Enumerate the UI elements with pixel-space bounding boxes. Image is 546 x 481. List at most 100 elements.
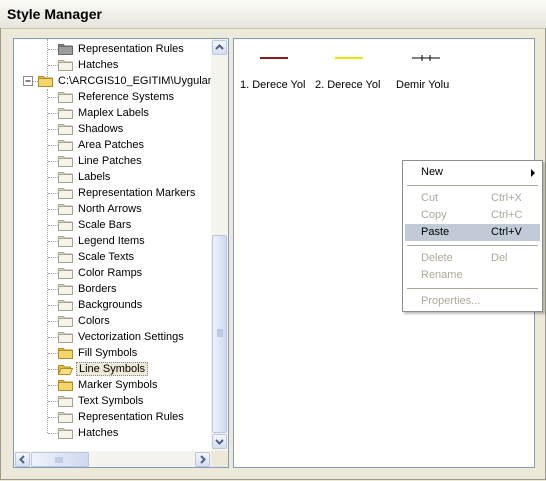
folder-icon: [58, 155, 73, 167]
folder-icon: [58, 219, 73, 231]
tree-item[interactable]: Maplex Labels: [14, 105, 211, 121]
style-tree[interactable]: Representation Rules Hatches C:\ARCGIS10_E…: [13, 38, 229, 468]
tree-item[interactable]: C:\ARCGIS10_EGITIM\Uygulama: [14, 73, 211, 89]
tree-item[interactable]: Representation Rules: [14, 41, 211, 57]
tree-horizontal-scrollbar[interactable]: [14, 451, 211, 467]
tree-item[interactable]: Scale Texts: [14, 249, 211, 265]
hscroll-thumb[interactable]: [31, 452, 89, 467]
tree-item-label: C:\ARCGIS10_EGITIM\Uygulama: [58, 75, 211, 87]
collapse-icon[interactable]: [23, 76, 33, 86]
menu-item-label: Rename: [421, 269, 463, 281]
tree-item[interactable]: Hatches: [14, 57, 211, 73]
folder-icon: [58, 123, 73, 135]
tree-item-label: Representation Markers: [78, 187, 196, 199]
folder-icon: [58, 411, 73, 423]
tree-item[interactable]: Color Ramps: [14, 265, 211, 281]
menu-item-paste[interactable]: Paste Ctrl+V: [405, 224, 540, 241]
menu-item-properties[interactable]: Properties...: [405, 293, 540, 310]
tree-item[interactable]: Labels: [14, 169, 211, 185]
menu-item-cut[interactable]: Cut Ctrl+X: [405, 190, 540, 207]
tree-connector: [48, 369, 58, 370]
tree-connector: [48, 241, 58, 242]
tree-connector: [48, 129, 58, 130]
folder-icon: [58, 187, 73, 199]
tree-item[interactable]: Representation Markers: [14, 185, 211, 201]
chevron-up-icon: [215, 44, 224, 50]
tree-item-label: Representation Rules: [78, 43, 184, 55]
context-menu: New Cut Ctrl+X Copy Ctrl+C Paste Ctrl+V Delete D…: [402, 160, 543, 312]
menu-item-label: Cut: [421, 192, 439, 204]
tree-vertical-scrollbar[interactable]: [211, 39, 228, 451]
tree-item[interactable]: Text Symbols: [14, 393, 211, 409]
tree-connector: [48, 273, 58, 274]
tree-connector: [48, 401, 58, 402]
tree-connector: [48, 385, 58, 386]
style-item[interactable]: 1. Derece Yol: [240, 49, 308, 99]
folder-icon: [58, 139, 73, 151]
tree-item[interactable]: Shadows: [14, 121, 211, 137]
folder-icon-gray: [58, 43, 73, 55]
tree-item[interactable]: Reference Systems: [14, 89, 211, 105]
style-item[interactable]: 2. Derece Yol: [315, 49, 383, 99]
menu-item-shortcut: Ctrl+V: [491, 226, 522, 238]
tree-item-label: Shadows: [78, 123, 124, 135]
menu-item-shortcut: Del: [491, 252, 508, 264]
style-item-label: 1. Derece Yol: [240, 79, 306, 91]
tree-connector: [48, 177, 58, 178]
tree-item-label: Line Symbols: [76, 362, 149, 376]
tree-item[interactable]: Line Patches: [14, 153, 211, 169]
tree-item-label: Marker Symbols: [78, 379, 158, 391]
tree-item-label: Legend Items: [78, 235, 145, 247]
tree-viewport: Representation Rules Hatches C:\ARCGIS10_E…: [14, 39, 211, 451]
scroll-up-button[interactable]: [212, 40, 227, 55]
folder-icon-yellow: [58, 379, 73, 391]
line-symbol-icon: [260, 57, 288, 59]
tree-item-label: Hatches: [78, 427, 119, 439]
line-symbol-icon: [335, 57, 363, 59]
menu-item-new[interactable]: New: [405, 164, 540, 181]
tree-item[interactable]: Colors: [14, 313, 211, 329]
tree-item-label: Text Symbols: [78, 395, 144, 407]
tree-item[interactable]: North Arrows: [14, 201, 211, 217]
tree-item[interactable]: Representation Rules: [14, 409, 211, 425]
tree-item-label: Color Ramps: [78, 267, 143, 279]
chevron-right-icon: [200, 455, 206, 464]
folder-icon: [58, 283, 73, 295]
folder-icon: [58, 251, 73, 263]
style-item[interactable]: Demir Yolu: [396, 49, 456, 99]
scroll-left-button[interactable]: [15, 452, 30, 467]
menu-item-shortcut: Ctrl+X: [491, 192, 522, 204]
tree-item[interactable]: Vectorization Settings: [14, 329, 211, 345]
tree-item-label: North Arrows: [78, 203, 142, 215]
window-title: Style Manager: [7, 6, 102, 22]
folder-icon: [58, 315, 73, 327]
tree-item-label: Scale Texts: [78, 251, 135, 263]
tree-item-label: Maplex Labels: [78, 107, 149, 119]
menu-item-copy[interactable]: Copy Ctrl+C: [405, 207, 540, 224]
style-item-label: Demir Yolu: [396, 79, 450, 91]
tree-item-label: Backgrounds: [78, 299, 143, 311]
folder-icon: [58, 59, 73, 71]
folder-icon: [58, 331, 73, 343]
railroad-symbol-icon: [412, 55, 440, 61]
tree-item[interactable]: Scale Bars: [14, 217, 211, 233]
tree-connector: [48, 433, 58, 434]
tree-item[interactable]: Marker Symbols: [14, 377, 211, 393]
tree-item[interactable]: Borders: [14, 281, 211, 297]
tree-item-label: Line Patches: [78, 155, 142, 167]
tree-item-label: Colors: [78, 315, 110, 327]
menu-item-delete[interactable]: Delete Del: [405, 250, 540, 267]
tree-item[interactable]: Line Symbols: [14, 361, 211, 377]
tree-connector: [48, 97, 58, 98]
tree-item[interactable]: Backgrounds: [14, 297, 211, 313]
tree-item[interactable]: Legend Items: [14, 233, 211, 249]
tree-item[interactable]: Area Patches: [14, 137, 211, 153]
menu-item-rename[interactable]: Rename: [405, 267, 540, 284]
scroll-thumb[interactable]: [212, 235, 227, 433]
menu-item-label: New: [421, 166, 444, 178]
scroll-down-button[interactable]: [212, 434, 227, 449]
submenu-arrow-icon: [530, 168, 536, 180]
tree-item[interactable]: Hatches: [14, 425, 211, 441]
tree-item[interactable]: Fill Symbols: [14, 345, 211, 361]
scroll-right-button[interactable]: [195, 452, 210, 467]
